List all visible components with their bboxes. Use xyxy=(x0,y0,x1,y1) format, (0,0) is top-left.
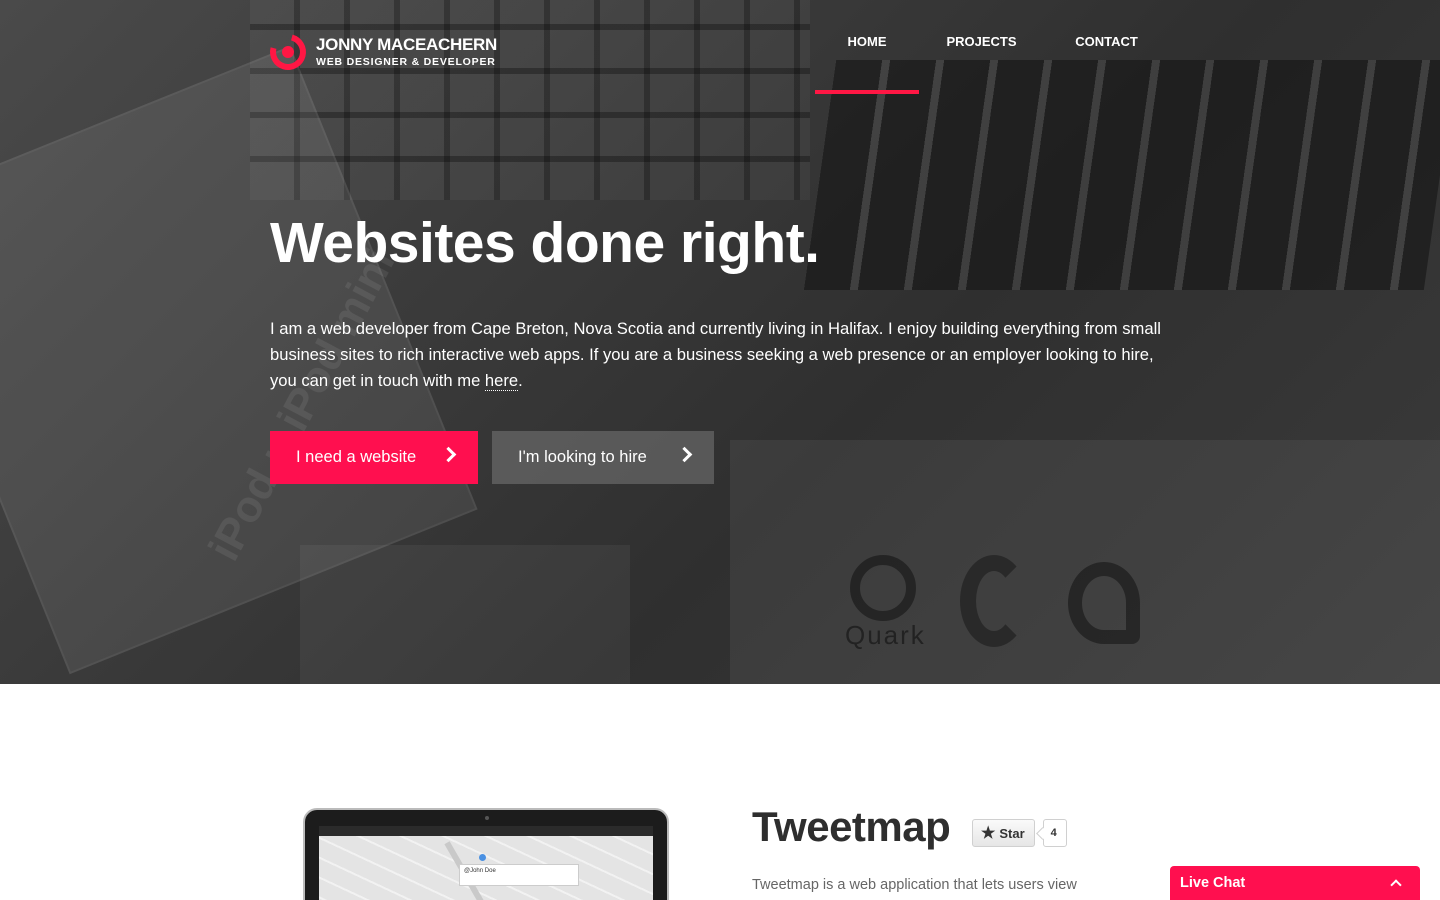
background-quark-text: Quark xyxy=(845,620,926,650)
tweet-card: @John Doe xyxy=(459,864,579,886)
project-title: Tweetmap xyxy=(752,803,951,850)
looking-to-hire-button[interactable]: I'm looking to hire xyxy=(492,431,714,484)
main-nav: HOME PROJECTS CONTACT xyxy=(815,0,1169,94)
background-a-logo xyxy=(1068,562,1140,644)
looking-to-hire-label: I'm looking to hire xyxy=(518,448,647,466)
nav-item-contact[interactable]: CONTACT xyxy=(1044,0,1169,94)
chevron-right-icon xyxy=(440,446,457,463)
background-c-logo xyxy=(960,555,1028,647)
brand-name: JONNY MACEACHERN xyxy=(316,35,497,54)
laptop-screen: @John Doe xyxy=(319,826,653,900)
brand-logo[interactable]: JONNY MACEACHERN WEB DESIGNER & DEVELOPE… xyxy=(263,27,497,77)
background-keyboard xyxy=(250,0,810,200)
map-pin-icon xyxy=(479,854,486,861)
star-label: Star xyxy=(999,825,1025,841)
need-website-label: I need a website xyxy=(296,448,417,466)
hero-intro-text: I am a web developer from Cape Breton, N… xyxy=(270,319,1161,390)
app-toolbar xyxy=(319,826,653,836)
project-description: Tweetmap is a web application that lets … xyxy=(752,877,1077,893)
hero-section: iPod и iPod mini Quark JONNY MACEACHERN … xyxy=(0,0,1440,684)
need-website-button[interactable]: I need a website xyxy=(270,431,478,484)
brand-mark-icon xyxy=(263,27,313,77)
background-ipod-text: iPod и iPod mini xyxy=(199,241,405,569)
hero-intro-end: . xyxy=(518,371,523,390)
background-books xyxy=(803,60,1440,290)
github-star-button[interactable]: ★ Star xyxy=(972,819,1035,847)
laptop-camera xyxy=(485,816,489,820)
background-notebook xyxy=(730,440,1440,684)
background-quark-logo xyxy=(850,555,916,621)
brand-tagline: WEB DESIGNER & DEVELOPER xyxy=(316,56,496,68)
background-keyboard-rows xyxy=(250,0,810,200)
hero-headline: Websites done right. xyxy=(270,211,820,275)
github-star-widget: ★ Star 4 xyxy=(972,819,1067,847)
hero-intro: I am a web developer from Cape Breton, N… xyxy=(270,316,1180,394)
background-notepad xyxy=(300,545,630,684)
project-laptop-image[interactable]: @John Doe xyxy=(303,808,669,900)
star-icon: ★ xyxy=(981,825,996,842)
nav-item-projects[interactable]: PROJECTS xyxy=(919,0,1044,94)
chevron-right-icon xyxy=(676,446,693,463)
chevron-up-icon xyxy=(1390,879,1402,891)
live-chat-widget[interactable]: Live Chat xyxy=(1170,866,1420,900)
live-chat-label: Live Chat xyxy=(1180,875,1246,891)
contact-here-link[interactable]: here xyxy=(484,371,519,391)
nav-item-home[interactable]: HOME xyxy=(815,0,919,94)
star-count[interactable]: 4 xyxy=(1042,819,1067,847)
